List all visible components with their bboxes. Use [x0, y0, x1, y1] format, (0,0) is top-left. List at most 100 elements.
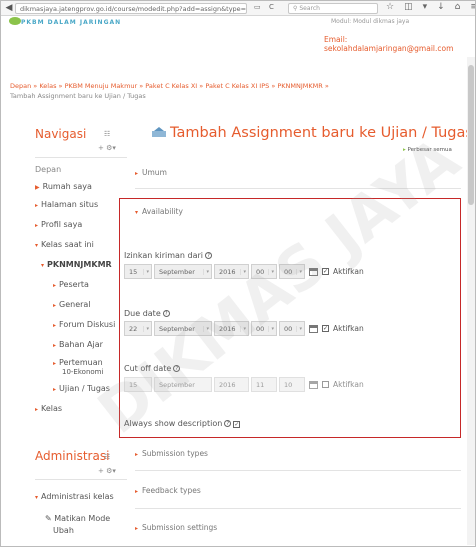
- block-actions-icon[interactable]: + ⚙▾: [98, 467, 116, 475]
- contact-email[interactable]: Email: sekolahdalamjaringan@gmail.com: [324, 35, 475, 53]
- due-date-row: 22 ▾ September ▾ 2016 ▾ 00 ▾ 00 ▾ ✓ Aktifkan: [124, 321, 364, 336]
- due-month-select[interactable]: September ▾: [154, 321, 212, 336]
- nav-item-halaman-situs[interactable]: ▸ Halaman situs: [35, 200, 98, 209]
- block-actions-icon[interactable]: + ⚙▾: [98, 144, 116, 152]
- nav-item-forum-diskusi[interactable]: ▸ Forum Diskusi: [53, 320, 115, 329]
- bookmark-star-icon[interactable]: ☆: [386, 2, 394, 12]
- cutoff-hour-select[interactable]: 11: [251, 377, 277, 392]
- help-icon[interactable]: ?: [173, 365, 181, 372]
- due-date-label: Due date?: [124, 309, 170, 318]
- cutoff-day-select[interactable]: 15: [124, 377, 152, 392]
- divider: [135, 508, 461, 509]
- library-icon[interactable]: ◫: [404, 2, 413, 12]
- nav-item-pertemuan-sub[interactable]: 10-Ekonomi: [62, 368, 103, 376]
- pocket-icon[interactable]: ▾: [423, 2, 428, 12]
- allow-day-select[interactable]: 15 ▾: [124, 264, 152, 279]
- address-bar[interactable]: dikmasjaya.jatengprov.go.id/course/moded…: [15, 3, 247, 14]
- pencil-icon: ✎: [45, 514, 55, 523]
- cutoff-year-select[interactable]: 2016: [214, 377, 249, 392]
- download-icon[interactable]: ↓: [437, 2, 445, 12]
- site-name: PKBM DALAM JARINGAN: [21, 19, 122, 26]
- admin-item-kelas[interactable]: ▾ Administrasi kelas: [35, 492, 114, 501]
- chevron-down-icon: ▾: [203, 325, 209, 332]
- calendar-icon[interactable]: [309, 267, 318, 276]
- allow-minute-select[interactable]: 00 ▾: [279, 264, 305, 279]
- cutoff-enable-checkbox[interactable]: [322, 381, 329, 388]
- allow-enable-checkbox[interactable]: ✓: [322, 268, 329, 275]
- divider: [135, 470, 461, 471]
- menu-icon[interactable]: ≡: [470, 2, 475, 12]
- reader-icon[interactable]: ▭: [254, 3, 261, 11]
- administration-title: Administrasi: [35, 449, 110, 463]
- help-icon[interactable]: ?: [224, 420, 232, 427]
- home-icon[interactable]: ⌂: [455, 2, 461, 12]
- help-icon[interactable]: ?: [162, 310, 170, 317]
- chevron-down-icon: ▾: [296, 268, 302, 275]
- page-scrollbar[interactable]: [467, 57, 475, 545]
- calendar-icon[interactable]: [309, 380, 318, 389]
- cutoff-date-label: Cut off date?: [124, 364, 181, 373]
- cutoff-minute-select[interactable]: 10: [279, 377, 305, 392]
- admin-item-edit-mode-sub[interactable]: Ubah: [53, 526, 74, 535]
- nav-item-peserta[interactable]: ▸ Peserta: [53, 280, 89, 289]
- due-day-select[interactable]: 22 ▾: [124, 321, 152, 336]
- breadcrumb-current: Tambah Assignment baru ke Ujian / Tugas: [10, 92, 146, 100]
- nav-item-rumah-saya[interactable]: ▶ Rumah saya: [35, 182, 92, 191]
- availability-highlight: [119, 198, 461, 438]
- due-hour-select[interactable]: 00 ▾: [251, 321, 277, 336]
- always-show-description-row: Always show description? ✓: [124, 419, 241, 428]
- section-submission-types-toggle[interactable]: ▸ Submission types: [135, 449, 461, 458]
- nav-item-bahan-ajar[interactable]: ▸ Bahan Ajar: [53, 340, 103, 349]
- page-title: Tambah Assignment baru ke Ujian / Tugas?: [151, 125, 475, 141]
- due-minute-select[interactable]: 00 ▾: [279, 321, 305, 336]
- chevron-down-icon: ▾: [143, 325, 149, 332]
- section-general-toggle[interactable]: ▸ Umum: [135, 168, 461, 177]
- url-text: dikmasjaya.jatengprov.go.id/course/moded…: [20, 4, 247, 13]
- nav-item-kelas[interactable]: ▸ Kelas: [35, 404, 62, 413]
- chevron-down-icon: ▾: [135, 209, 139, 216]
- nav-item-general[interactable]: ▸ General: [53, 300, 91, 309]
- nav-item-course[interactable]: ▾ PKNMNJMKMR: [41, 260, 112, 269]
- help-icon[interactable]: ?: [205, 252, 213, 259]
- nav-item-profil-saya[interactable]: ▸ Profil saya: [35, 220, 82, 229]
- due-enable-checkbox[interactable]: ✓: [322, 325, 329, 332]
- always-show-description-checkbox[interactable]: ✓: [233, 421, 241, 428]
- nav-item-pertemuan[interactable]: ▸ Pertemuan: [53, 358, 103, 367]
- admin-item-edit-mode[interactable]: ✎ Matikan Mode: [45, 514, 110, 523]
- top-right-info: Modul: Modul dikmas jaya: [331, 18, 410, 25]
- nav-item-kelas-saat-ini[interactable]: ▾ Kelas saat ini: [35, 240, 94, 249]
- expand-all-link[interactable]: ▸ Perbesar semua: [403, 147, 452, 153]
- allow-enable-label: Aktifkan: [333, 267, 364, 276]
- nav-item-depan[interactable]: Depan: [35, 165, 61, 174]
- chevron-down-icon: ▾: [296, 325, 302, 332]
- browser-window: ◀ dikmasjaya.jatengprov.go.id/course/mod…: [0, 0, 476, 547]
- breadcrumb-path[interactable]: Depan » Kelas » PKBM Menuju Makmur » Pak…: [10, 81, 390, 91]
- chevron-right-icon: ▸: [135, 488, 139, 495]
- browser-toolbar: ◀ dikmasjaya.jatengprov.go.id/course/mod…: [1, 1, 475, 16]
- bullet-icon: ▶: [35, 184, 40, 191]
- section-submission-settings-toggle[interactable]: ▸ Submission settings: [135, 523, 461, 532]
- chevron-down-icon: ▾: [240, 268, 246, 275]
- allow-year-select[interactable]: 2016 ▾: [214, 264, 249, 279]
- navigation-title: Navigasi: [35, 127, 87, 141]
- nav-item-ujian-tugas[interactable]: ▸ Ujian / Tugas: [53, 384, 110, 393]
- chevron-right-icon: ▸: [135, 451, 139, 458]
- chevron-right-icon: ▸: [135, 170, 139, 177]
- scrollbar-thumb[interactable]: [468, 65, 474, 205]
- cutoff-month-select[interactable]: September: [154, 377, 212, 392]
- section-feedback-types-toggle[interactable]: ▸ Feedback types: [135, 486, 461, 495]
- block-dock-icon[interactable]: ☷: [104, 453, 110, 461]
- divider: [35, 479, 127, 480]
- allow-month-select[interactable]: September ▾: [154, 264, 212, 279]
- allow-date-row: 15 ▾ September ▾ 2016 ▾ 00 ▾ 00 ▾ ✓ Aktifkan: [124, 264, 364, 279]
- chevron-right-icon: ▸: [53, 282, 57, 289]
- chevron-right-icon: ▸: [135, 525, 139, 532]
- due-year-select[interactable]: 2016 ▾: [214, 321, 249, 336]
- block-dock-icon[interactable]: ☷: [104, 130, 110, 138]
- section-availability-toggle[interactable]: ▾ Availability: [135, 207, 461, 216]
- chevron-down-icon: ▾: [268, 268, 274, 275]
- allow-hour-select[interactable]: 00 ▾: [251, 264, 277, 279]
- browser-search-input[interactable]: ⚲ Search: [288, 3, 378, 14]
- reload-icon[interactable]: C: [269, 3, 274, 11]
- calendar-icon[interactable]: [309, 324, 318, 333]
